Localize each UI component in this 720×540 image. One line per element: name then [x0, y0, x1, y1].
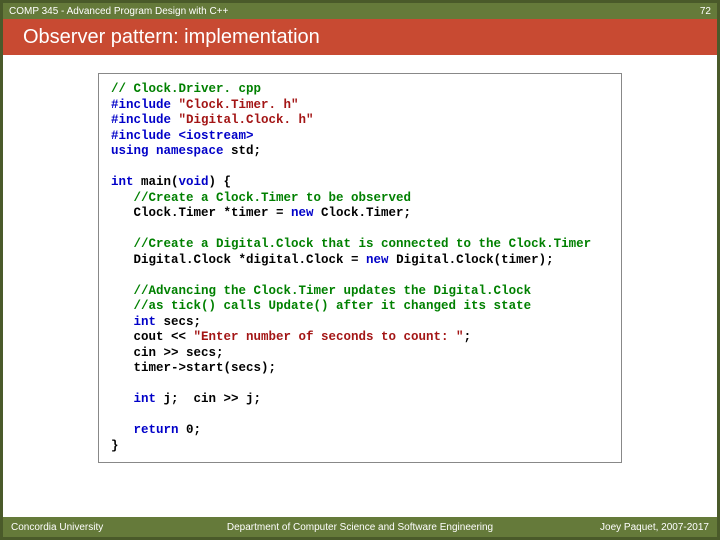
header-bar: COMP 345 - Advanced Program Design with … — [3, 3, 717, 19]
code-keyword: #include <iostream> — [111, 129, 254, 143]
code-listing: // Clock.Driver. cpp #include "Clock.Tim… — [98, 73, 622, 463]
code-keyword: int — [134, 392, 157, 406]
code-keyword: int — [134, 315, 157, 329]
code-keyword: #include — [111, 113, 179, 127]
code-text: std; — [224, 144, 262, 158]
code-text: cin >> secs; — [111, 346, 224, 360]
code-comment: //Create a Clock.Timer to be observed — [111, 191, 411, 205]
code-text — [111, 423, 134, 437]
code-comment: //Create a Digital.Clock that is connect… — [111, 237, 591, 251]
slide-title: Observer pattern: implementation — [23, 26, 320, 49]
code-text: secs; — [156, 315, 201, 329]
code-text — [111, 315, 134, 329]
code-keyword: new — [366, 253, 389, 267]
code-text: timer->start(secs); — [111, 361, 276, 375]
code-comment: // Clock.Driver. cpp — [111, 82, 261, 96]
footer-right: Joey Paquet, 2007-2017 — [600, 522, 709, 533]
code-keyword: new — [291, 206, 314, 220]
code-keyword: return — [134, 423, 179, 437]
code-keyword: void — [179, 175, 209, 189]
code-comment: //Advancing the Clock.Timer updates the … — [111, 284, 531, 298]
code-text: 0; — [179, 423, 202, 437]
code-keyword: using namespace — [111, 144, 224, 158]
footer-bar: Department of Computer Science and Softw… — [3, 517, 717, 537]
page-number: 72 — [700, 6, 711, 17]
course-label: COMP 345 - Advanced Program Design with … — [9, 6, 228, 17]
code-string: "Clock.Timer. h" — [179, 98, 299, 112]
code-text: Digital.Clock(timer); — [389, 253, 554, 267]
code-comment: //as tick() calls Update() after it chan… — [111, 299, 531, 313]
code-text: } — [111, 439, 119, 453]
code-keyword: int — [111, 175, 134, 189]
code-text: Clock.Timer *timer = — [111, 206, 291, 220]
code-text: main( — [134, 175, 179, 189]
code-text: ) { — [209, 175, 232, 189]
code-text: ; — [464, 330, 472, 344]
code-text: Clock.Timer; — [314, 206, 412, 220]
code-text: cout << — [111, 330, 194, 344]
code-keyword: #include — [111, 98, 179, 112]
code-text: Digital.Clock *digital.Clock = — [111, 253, 366, 267]
content-area: // Clock.Driver. cpp #include "Clock.Tim… — [98, 73, 622, 487]
code-text: j; cin >> j; — [156, 392, 261, 406]
code-text — [111, 392, 134, 406]
slide-title-bar: Observer pattern: implementation — [3, 19, 717, 55]
footer-left: Concordia University — [11, 522, 103, 533]
code-string: "Digital.Clock. h" — [179, 113, 314, 127]
code-string: "Enter number of seconds to count: " — [194, 330, 464, 344]
